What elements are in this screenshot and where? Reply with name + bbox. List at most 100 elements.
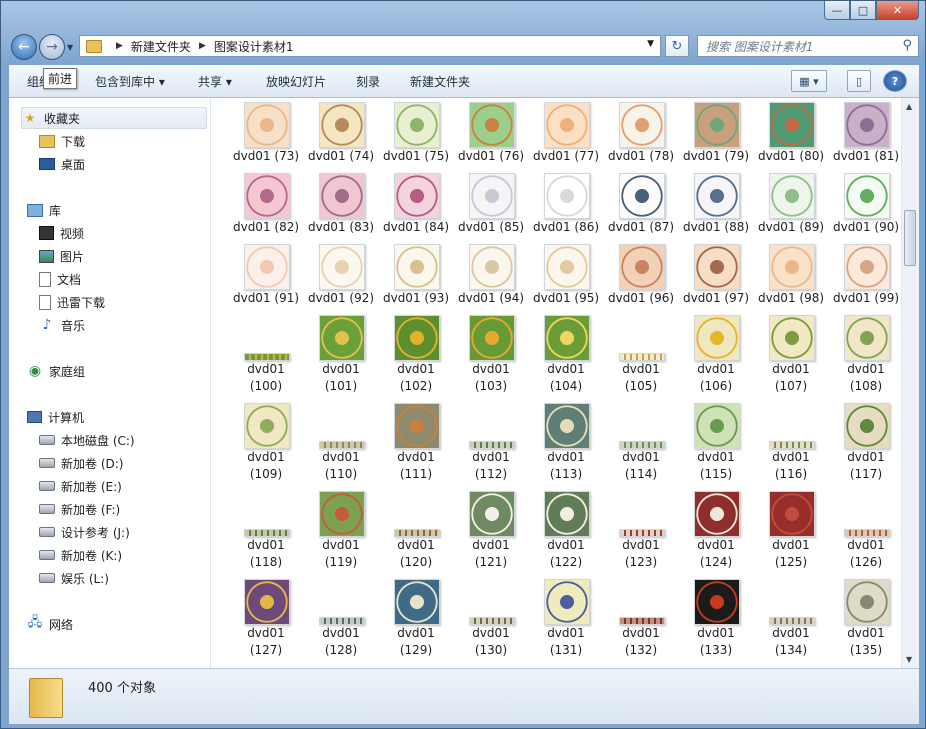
tile-label[interactable]: dvd01 (126) — [829, 537, 901, 571]
tile-thumbnail[interactable] — [469, 491, 515, 537]
tile-label[interactable]: dvd01 (122) — [529, 537, 603, 571]
tile-thumbnail[interactable] — [394, 403, 440, 449]
tile-label[interactable]: dvd01 (77) — [529, 148, 603, 165]
tile-label[interactable]: dvd01 (88) — [679, 219, 753, 236]
tile-label[interactable]: dvd01 (84) — [379, 219, 453, 236]
tile-label[interactable]: dvd01 (86) — [529, 219, 603, 236]
tile-thumbnail[interactable] — [619, 441, 665, 449]
sidebar-item-music[interactable]: ♪ 音乐 — [39, 315, 85, 335]
tile-label[interactable]: dvd01 (96) — [604, 290, 678, 307]
tile-thumbnail[interactable] — [769, 441, 815, 449]
tile-label[interactable]: dvd01 (100) — [229, 361, 303, 395]
address-dropdown-icon[interactable]: ▼ — [647, 39, 654, 49]
tile-label[interactable]: dvd01 (120) — [379, 537, 453, 571]
tile-thumbnail[interactable] — [469, 102, 515, 148]
tile-thumbnail[interactable] — [244, 244, 290, 290]
tile-thumbnail[interactable] — [244, 173, 290, 219]
tile-label[interactable]: dvd01 (90) — [829, 219, 901, 236]
tile-label[interactable]: dvd01 (125) — [754, 537, 828, 571]
search-icon[interactable]: ⚲ — [902, 38, 912, 53]
tile-thumbnail[interactable] — [319, 315, 365, 361]
tile-label[interactable]: dvd01 (129) — [379, 625, 453, 659]
tile-thumbnail[interactable] — [544, 102, 590, 148]
tile-thumbnail[interactable] — [844, 529, 890, 537]
sidebar-libraries[interactable]: 库 — [27, 200, 61, 220]
search-input[interactable]: 搜索 图案设计素材1 ⚲ — [697, 35, 919, 57]
tile-thumbnail[interactable] — [394, 579, 440, 625]
tile-thumbnail[interactable] — [394, 173, 440, 219]
tile-thumbnail[interactable] — [694, 579, 740, 625]
tile-thumbnail[interactable] — [694, 315, 740, 361]
tile-thumbnail[interactable] — [319, 617, 365, 625]
tile-thumbnail[interactable] — [544, 403, 590, 449]
tile-label[interactable]: dvd01 (99) — [829, 290, 901, 307]
burn-button[interactable]: 刻录 — [356, 73, 380, 90]
sidebar-item-pictures[interactable]: 图片 — [39, 246, 84, 266]
tile-thumbnail[interactable] — [544, 244, 590, 290]
sidebar-item-videos[interactable]: 视频 — [39, 223, 84, 243]
tile-label[interactable]: dvd01 (87) — [604, 219, 678, 236]
tile-thumbnail[interactable] — [469, 441, 515, 449]
maximize-button[interactable]: □ — [850, 1, 876, 20]
tile-label[interactable]: dvd01 (115) — [679, 449, 753, 483]
breadcrumb-item[interactable]: 图案设计素材1 — [214, 38, 294, 55]
tile-thumbnail[interactable] — [619, 617, 665, 625]
tile-thumbnail[interactable] — [244, 403, 290, 449]
breadcrumb-item[interactable]: 新建文件夹 — [131, 38, 191, 55]
sidebar-item-drive-f[interactable]: 新加卷 (F:) — [39, 499, 120, 519]
tile-label[interactable]: dvd01 (79) — [679, 148, 753, 165]
tile-thumbnail[interactable] — [394, 315, 440, 361]
tile-label[interactable]: dvd01 (114) — [604, 449, 678, 483]
tile-thumbnail[interactable] — [844, 244, 890, 290]
scroll-thumb[interactable] — [904, 210, 916, 266]
new-folder-button[interactable]: 新建文件夹 — [410, 73, 470, 90]
tile-label[interactable]: dvd01 (109) — [229, 449, 303, 483]
tile-thumbnail[interactable] — [544, 491, 590, 537]
tile-thumbnail[interactable] — [769, 244, 815, 290]
help-button[interactable]: ? — [883, 70, 907, 92]
tile-label[interactable]: dvd01 (135) — [829, 625, 901, 659]
tile-thumbnail[interactable] — [769, 491, 815, 537]
sidebar-item-documents[interactable]: 文档 — [39, 269, 81, 289]
tile-label[interactable]: dvd01 (94) — [454, 290, 528, 307]
tile-thumbnail[interactable] — [694, 244, 740, 290]
tile-label[interactable]: dvd01 (119) — [304, 537, 378, 571]
tile-thumbnail[interactable] — [844, 315, 890, 361]
tile-label[interactable]: dvd01 (93) — [379, 290, 453, 307]
tile-label[interactable]: dvd01 (134) — [754, 625, 828, 659]
tile-thumbnail[interactable] — [469, 173, 515, 219]
tile-thumbnail[interactable] — [319, 173, 365, 219]
tile-label[interactable]: dvd01 (123) — [604, 537, 678, 571]
breadcrumb-separator-icon[interactable]: ▶ — [199, 41, 206, 51]
vertical-scrollbar[interactable]: ▲ ▼ — [901, 98, 919, 668]
tile-thumbnail[interactable] — [769, 173, 815, 219]
minimize-button[interactable]: — — [824, 1, 850, 20]
tile-label[interactable]: dvd01 (133) — [679, 625, 753, 659]
tile-thumbnail[interactable] — [469, 617, 515, 625]
tile-thumbnail[interactable] — [319, 102, 365, 148]
sidebar-favorites[interactable]: ★ 收藏夹 — [21, 107, 207, 129]
tile-label[interactable]: dvd01 (130) — [454, 625, 528, 659]
tile-label[interactable]: dvd01 (112) — [454, 449, 528, 483]
tile-label[interactable]: dvd01 (80) — [754, 148, 828, 165]
tile-thumbnail[interactable] — [694, 173, 740, 219]
close-button[interactable]: ✕ — [876, 1, 919, 20]
sidebar-item-drive-d[interactable]: 新加卷 (D:) — [39, 453, 123, 473]
tile-thumbnail[interactable] — [844, 173, 890, 219]
tile-thumbnail[interactable] — [394, 244, 440, 290]
sidebar-computer[interactable]: 计算机 — [27, 407, 84, 427]
tile-label[interactable]: dvd01 (132) — [604, 625, 678, 659]
tile-label[interactable]: dvd01 (106) — [679, 361, 753, 395]
tile-label[interactable]: dvd01 (98) — [754, 290, 828, 307]
tile-label[interactable]: dvd01 (91) — [229, 290, 303, 307]
recent-pages-dropdown[interactable]: ▼ — [67, 43, 73, 52]
tile-thumbnail[interactable] — [394, 102, 440, 148]
tile-thumbnail[interactable] — [619, 529, 665, 537]
back-button[interactable]: ← — [11, 34, 37, 60]
sidebar-item-drive-e[interactable]: 新加卷 (E:) — [39, 476, 122, 496]
tile-thumbnail[interactable] — [394, 529, 440, 537]
sidebar-network[interactable]: 🖧 网络 — [27, 614, 73, 634]
tile-label[interactable]: dvd01 (124) — [679, 537, 753, 571]
tile-thumbnail[interactable] — [619, 102, 665, 148]
tile-thumbnail[interactable] — [619, 244, 665, 290]
